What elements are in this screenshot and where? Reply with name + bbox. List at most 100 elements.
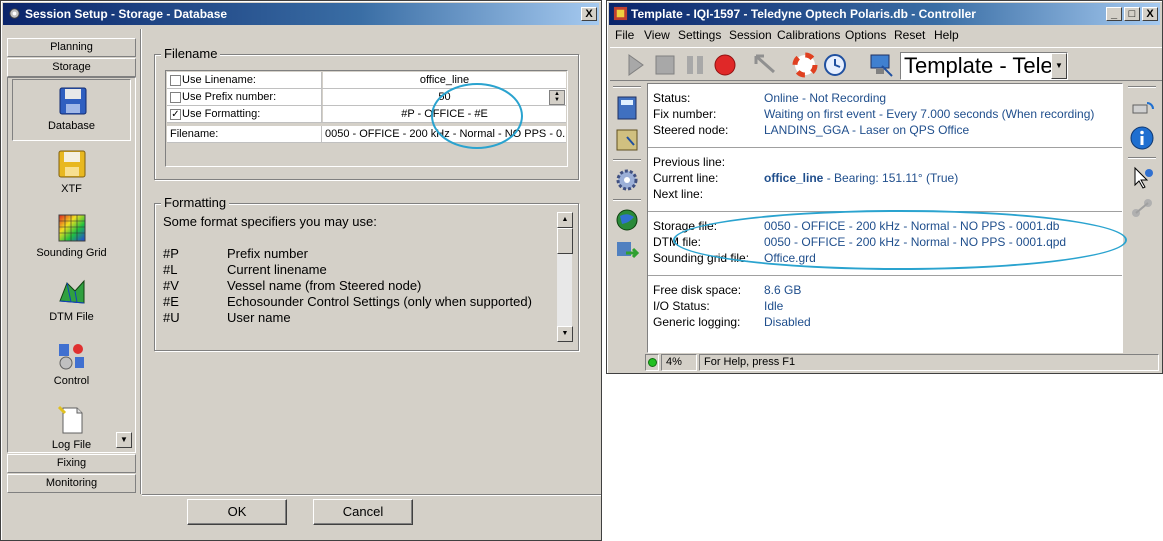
- pause-icon[interactable]: [682, 52, 708, 78]
- scroll-thumb[interactable]: [557, 228, 573, 254]
- current-line-value: office_line - Bearing: 151.11° (True): [764, 171, 958, 185]
- panel-separator: [140, 29, 142, 494]
- settings-gear-icon[interactable]: [614, 167, 640, 193]
- menu-settings[interactable]: Settings: [678, 28, 721, 42]
- nav-item-control[interactable]: Control: [12, 335, 131, 397]
- free-disk-label: Free disk space:: [653, 283, 742, 297]
- current-line-name: office_line: [764, 171, 824, 185]
- menu-options[interactable]: Options: [845, 28, 886, 42]
- network-nodes-icon[interactable]: [1129, 195, 1155, 221]
- dtm-file-label: DTM file:: [653, 235, 701, 249]
- close-button[interactable]: X: [1142, 7, 1158, 21]
- use-formatting-checkbox[interactable]: ✓: [170, 109, 181, 120]
- controller-window: Template - IQI-1597 - Teledyne Optech Po…: [606, 0, 1163, 374]
- specifier-row: #V Vessel name (from Steered node): [163, 278, 421, 294]
- template-combo[interactable]: Template - Teledyne ▼: [900, 52, 1068, 80]
- use-prefix-checkbox[interactable]: [170, 92, 181, 103]
- pointer-icon[interactable]: [1129, 165, 1155, 191]
- session-setup-title: Session Setup - Storage - Database: [25, 7, 228, 21]
- row-use-prefix: Use Prefix number: 50 ▲ ▼: [167, 89, 566, 106]
- nav-item-sounding-grid[interactable]: Sounding Grid: [12, 207, 131, 269]
- nav-scroll-down-button[interactable]: ▼: [116, 432, 132, 448]
- combo-dropdown-icon[interactable]: ▼: [1051, 53, 1067, 79]
- prefix-number-text: 50: [438, 91, 451, 103]
- menu-help[interactable]: Help: [934, 28, 959, 42]
- menu-file[interactable]: File: [615, 28, 634, 42]
- minimize-button[interactable]: _: [1106, 7, 1122, 21]
- current-line-bearing: - Bearing: 151.11° (True): [823, 171, 959, 185]
- menu-session[interactable]: Session: [729, 28, 772, 42]
- status-section: Status: Online - Not Recording Fix numbe…: [648, 84, 1122, 148]
- controller-titlebar: Template - IQI-1597 - Teledyne Optech Po…: [609, 3, 1160, 25]
- nav-item-label: Log File: [51, 439, 92, 451]
- specifier-code: #E: [163, 294, 179, 309]
- linename-value[interactable]: office_line: [323, 72, 566, 88]
- nav-item-label: Control: [53, 375, 90, 387]
- current-line-label: Current line:: [653, 171, 719, 185]
- sounding-grid-value: Office.grd: [764, 251, 816, 265]
- scroll-up-icon[interactable]: ▲: [557, 212, 573, 228]
- maximize-button[interactable]: □: [1124, 7, 1140, 21]
- specifier-row: #U User name: [163, 310, 291, 326]
- nav-item-log-file[interactable]: Log File: [12, 399, 131, 452]
- clock-icon[interactable]: [822, 52, 848, 78]
- info-icon[interactable]: [1129, 125, 1155, 151]
- formatting-value[interactable]: #P - OFFICE - #E: [323, 106, 566, 122]
- dtm-file-value: 0050 - OFFICE - 200 kHz - Normal - NO PP…: [764, 235, 1067, 249]
- sidebar-separator: [1128, 157, 1156, 159]
- nav-group-planning[interactable]: Planning: [7, 38, 136, 57]
- prefix-spinner[interactable]: ▲ ▼: [549, 90, 565, 105]
- status-info-panel: Status: Online - Not Recording Fix numbe…: [647, 83, 1123, 353]
- specifier-desc: Current linename: [227, 262, 327, 277]
- menu-view[interactable]: View: [644, 28, 670, 42]
- nav-item-xtf[interactable]: XTF: [12, 143, 131, 205]
- specifier-code: #L: [163, 262, 178, 277]
- nav-group-fixing[interactable]: Fixing: [7, 454, 136, 473]
- cancel-button[interactable]: Cancel: [313, 499, 413, 525]
- xtf-disk-icon: [58, 150, 86, 178]
- menu-calibrations[interactable]: Calibrations: [777, 28, 840, 42]
- steer-arrow-icon[interactable]: [752, 52, 778, 78]
- nav-group-storage[interactable]: Storage: [7, 58, 136, 77]
- menu-reset[interactable]: Reset: [894, 28, 925, 42]
- storage-file-label: Storage file:: [653, 219, 718, 233]
- nav-item-database[interactable]: Database: [12, 79, 131, 141]
- session-setup-window: Session Setup - Storage - Database X Pla…: [0, 0, 602, 541]
- button-separator: [142, 494, 601, 496]
- use-linename-checkbox[interactable]: [170, 75, 181, 86]
- format-intro: Some format specifiers you may use:: [163, 214, 377, 229]
- ok-button[interactable]: OK: [187, 499, 287, 525]
- sidebar-grip: [1128, 86, 1156, 88]
- previous-line-label: Previous line:: [653, 155, 726, 169]
- storage-disk-icon[interactable]: [614, 127, 640, 153]
- steered-node-label: Steered node:: [653, 123, 729, 137]
- app-icon: [613, 6, 628, 21]
- specifier-row: #E Echosounder Control Settings (only wh…: [163, 294, 532, 310]
- sidebar-grip: [613, 86, 641, 88]
- prefix-number-value[interactable]: 50 ▲ ▼: [323, 89, 566, 105]
- calculator-icon[interactable]: [614, 95, 640, 121]
- satellite-icon[interactable]: [1129, 95, 1155, 121]
- scroll-down-icon[interactable]: ▼: [557, 326, 573, 342]
- stop-icon[interactable]: [652, 52, 678, 78]
- nav-item-dtm-file[interactable]: DTM File: [12, 271, 131, 333]
- lifebuoy-icon[interactable]: [792, 52, 818, 78]
- storage-file-value: 0050 - OFFICE - 200 kHz - Normal - NO PP…: [764, 219, 1060, 233]
- export-arrow-icon[interactable]: [614, 237, 640, 263]
- nav-group-monitoring[interactable]: Monitoring: [7, 474, 136, 493]
- close-button[interactable]: X: [581, 7, 597, 21]
- connection-indicator: [645, 354, 659, 371]
- use-formatting-label: Use Formatting:: [182, 108, 261, 120]
- specifier-desc: Echosounder Control Settings (only when …: [227, 294, 532, 309]
- record-icon[interactable]: [712, 52, 738, 78]
- play-icon[interactable]: [622, 52, 648, 78]
- progress-percent: 4%: [661, 354, 697, 371]
- globe-icon[interactable]: [614, 207, 640, 233]
- main-toolbar: Template - Teledyne ▼: [610, 47, 1162, 81]
- formatting-scrollbar[interactable]: ▲ ▼: [556, 212, 573, 342]
- computer-icon[interactable]: [868, 52, 894, 78]
- nav-item-label: DTM File: [49, 311, 94, 323]
- free-disk-value: 8.6 GB: [764, 283, 802, 297]
- use-formatting-label-cell: ✓ Use Formatting:: [167, 106, 322, 122]
- row-use-formatting: ✓ Use Formatting: #P - OFFICE - #E: [167, 106, 566, 123]
